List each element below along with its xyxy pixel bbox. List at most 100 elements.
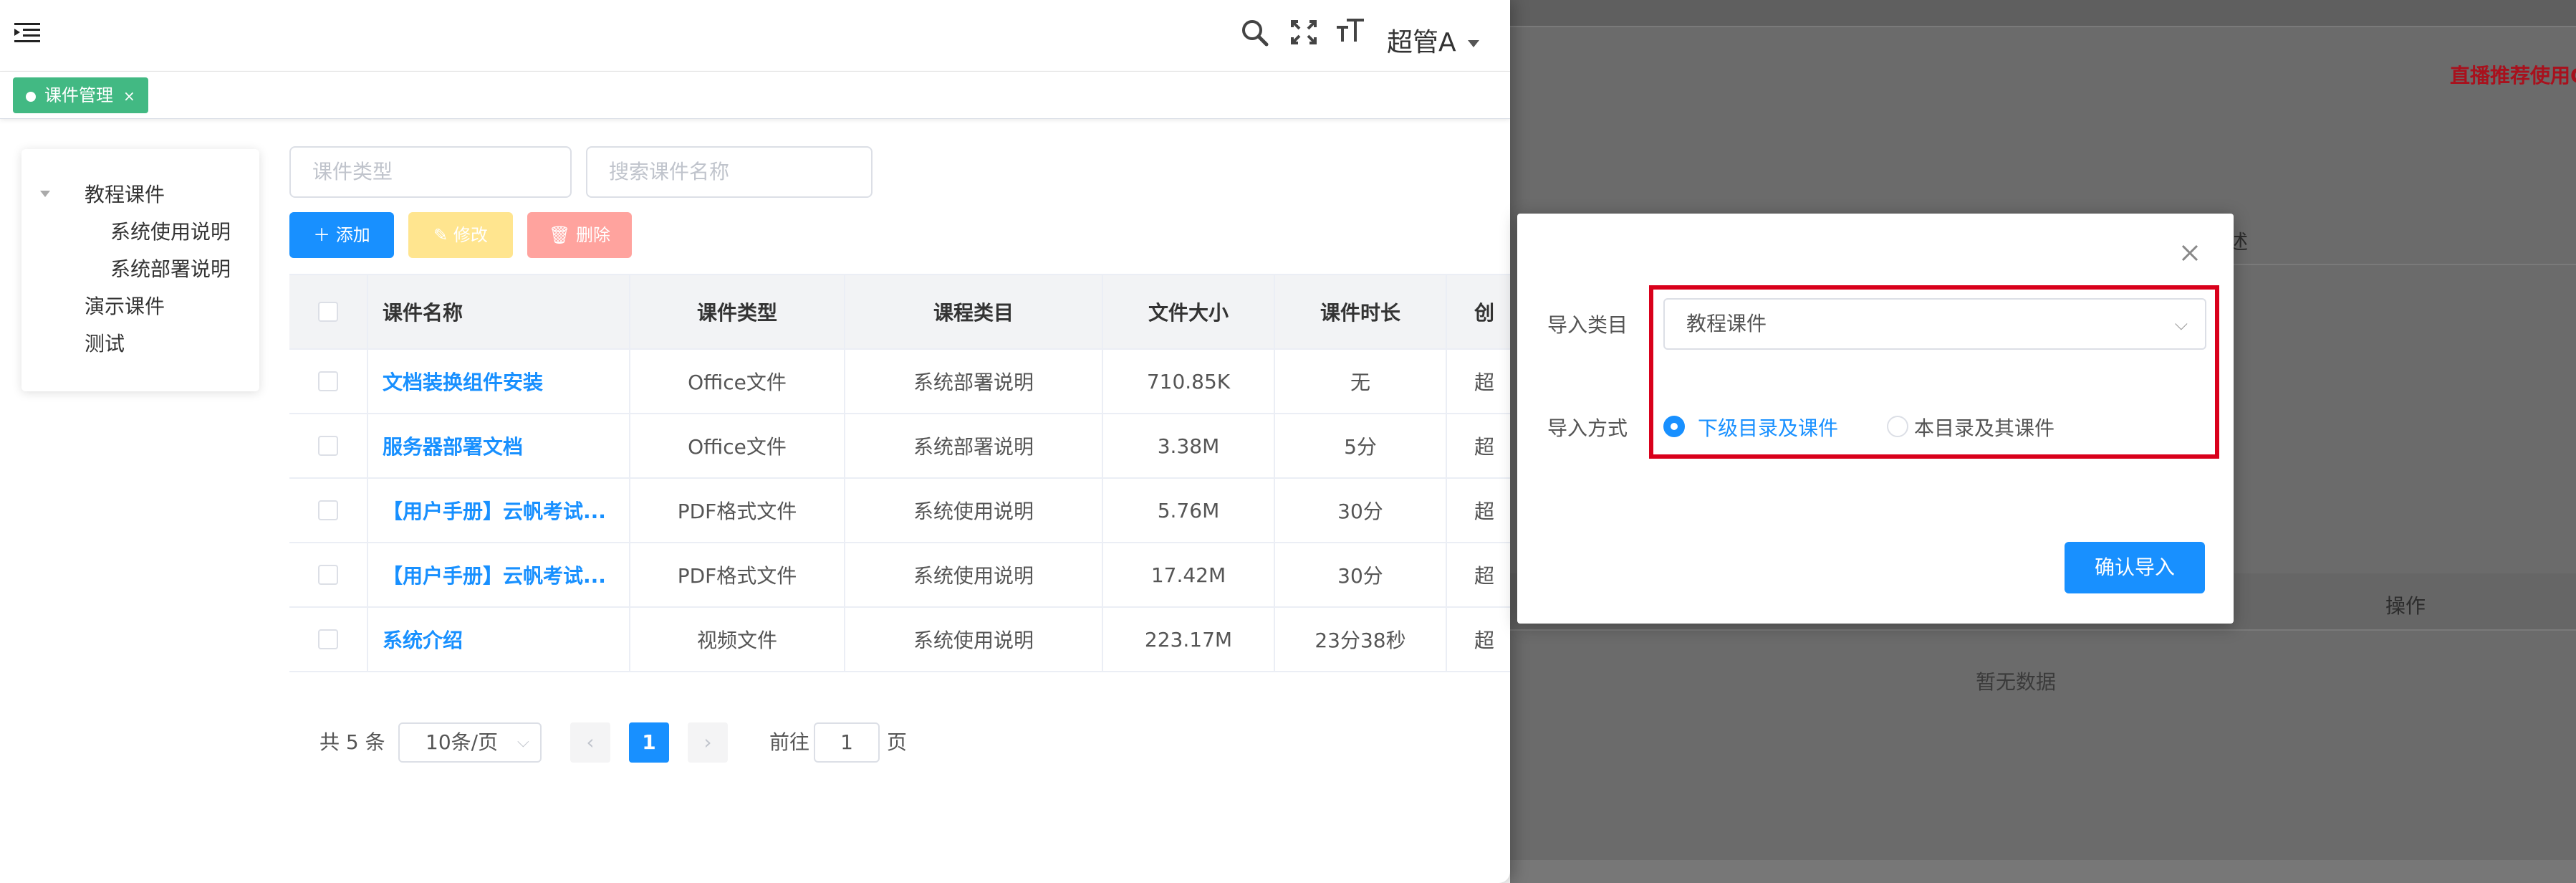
row-checkbox-cell — [289, 414, 368, 477]
courseware-type-select[interactable]: 课件类型 — [289, 146, 572, 198]
cell-type: Office文件 — [630, 414, 845, 477]
goto-page-input[interactable]: 1 — [814, 722, 880, 763]
col-type[interactable]: 课件类型 — [630, 275, 845, 348]
tree-node-system-deploy[interactable]: 系统部署说明 — [110, 254, 231, 282]
cell-size: 223.17M — [1103, 608, 1275, 671]
bg-footer — [1510, 860, 2576, 883]
bg-col-ops: 操作 — [2385, 594, 2426, 618]
cell-creator: 超 — [1474, 500, 1494, 523]
font-size-icon[interactable] — [1335, 16, 1367, 52]
cell-duration: 30分 — [1275, 543, 1447, 606]
col-name[interactable]: 课件名称 — [368, 275, 630, 348]
screen: 超管A 课件管理 × 教程课件 系统使用说明 系统部署说明 演示课件 测试 课件类… — [0, 0, 2576, 883]
bg-red-notice: 直播推荐使用C — [2450, 64, 2576, 87]
cell-size: 710.85K — [1103, 350, 1275, 413]
goto-suffix: 页 — [887, 730, 908, 754]
table-row[interactable]: 系统介绍 视频文件 系统使用说明 223.17M 23分38秒 超 — [289, 608, 1510, 672]
cell-category: 系统使用说明 — [845, 479, 1103, 542]
row-checkbox[interactable] — [318, 500, 338, 520]
cell-name[interactable]: 【用户手册】云帆考试... — [368, 479, 630, 542]
active-dot-icon — [26, 92, 36, 102]
tags-view-bar: 课件管理 × — [0, 72, 1510, 119]
cell-size: 17.42M — [1103, 543, 1275, 606]
menu-fold-icon[interactable] — [14, 22, 40, 43]
cell-name[interactable]: 文档装换组件安装 — [368, 350, 630, 413]
tree-node-system-usage[interactable]: 系统使用说明 — [110, 216, 231, 245]
tree-node-test[interactable]: 测试 — [85, 328, 125, 357]
col-duration[interactable]: 课件时长 — [1275, 275, 1447, 348]
row-checkbox[interactable] — [318, 436, 338, 456]
tab-label: 课件管理 — [44, 85, 113, 105]
cell-duration: 30分 — [1275, 479, 1447, 542]
edit-button[interactable]: ✎ 修改 — [408, 212, 513, 258]
col-creator[interactable]: 创 — [1447, 275, 1510, 348]
cell-creator: 超 — [1474, 629, 1494, 652]
row-checkbox-cell — [289, 479, 368, 542]
tab-courseware-management[interactable]: 课件管理 × — [13, 77, 148, 113]
expand-arrow-icon[interactable] — [40, 191, 50, 197]
tree-node-tutorial[interactable]: 教程课件 — [85, 179, 165, 208]
cell-category: 系统使用说明 — [845, 608, 1103, 671]
edit-icon: ✎ — [433, 225, 453, 245]
cell-type: 视频文件 — [630, 608, 845, 671]
add-button[interactable]: ＋ 添加 — [289, 212, 394, 258]
radio-current-directory-label[interactable]: 本目录及其课件 — [1914, 413, 2054, 442]
close-icon[interactable]: × — [123, 87, 135, 105]
cell-type: PDF格式文件 — [630, 543, 845, 606]
bg-empty-text: 暂无数据 — [1976, 670, 2057, 694]
fullscreen-icon[interactable] — [1288, 16, 1320, 52]
chevron-down-icon: ⌵ — [517, 733, 529, 751]
radio-current-directory[interactable] — [1887, 416, 1908, 437]
table-row[interactable]: 文档装换组件安装 Office文件 系统部署说明 710.85K 无 超 — [289, 350, 1510, 414]
page-1-button[interactable]: 1 — [629, 722, 669, 763]
close-icon[interactable] — [2179, 242, 2201, 264]
import-category-value: 教程课件 — [1686, 312, 1767, 335]
row-checkbox[interactable] — [318, 371, 338, 391]
bg-divider — [1510, 26, 2576, 27]
cell-duration: 23分38秒 — [1275, 608, 1447, 671]
cell-creator: 超 — [1474, 435, 1494, 459]
cell-size: 5.76M — [1103, 479, 1275, 542]
radio-sub-directory[interactable] — [1663, 416, 1685, 437]
cell-size: 3.38M — [1103, 414, 1275, 477]
plus-icon: ＋ — [313, 225, 336, 245]
cell-name[interactable]: 系统介绍 — [368, 608, 630, 671]
delete-button[interactable]: 🗑 删除 — [527, 212, 632, 258]
row-checkbox-cell — [289, 608, 368, 671]
next-page-button[interactable]: › — [688, 722, 728, 763]
table-row[interactable]: 【用户手册】云帆考试... PDF格式文件 系统使用说明 17.42M 30分 超 — [289, 543, 1510, 608]
import-dialog: 导入类目 教程课件 ⌵ 导入方式 下级目录及课件 本目录及其课件 确认导入 — [1517, 214, 2234, 624]
cell-name[interactable]: 【用户手册】云帆考试... — [368, 543, 630, 606]
col-category[interactable]: 课程类目 — [845, 275, 1103, 348]
goto-prefix: 前往 — [769, 730, 810, 754]
cell-creator: 超 — [1474, 564, 1494, 588]
tree-node-demo[interactable]: 演示课件 — [85, 291, 165, 320]
pagination-total: 共 5 条 — [319, 730, 385, 754]
table-header: 课件名称 课件类型 课程类目 文件大小 课件时长 创 — [289, 275, 1510, 350]
cell-type: Office文件 — [630, 350, 845, 413]
cell-name[interactable]: 服务器部署文档 — [368, 414, 630, 477]
search-icon[interactable] — [1239, 16, 1271, 52]
prev-page-button[interactable]: ‹ — [570, 722, 610, 763]
cell-creator: 超 — [1474, 371, 1494, 394]
row-checkbox[interactable] — [318, 629, 338, 649]
cell-type: PDF格式文件 — [630, 479, 845, 542]
select-all-checkbox[interactable] — [318, 302, 338, 322]
row-checkbox[interactable] — [318, 565, 338, 585]
cell-duration: 5分 — [1275, 414, 1447, 477]
search-input[interactable]: 搜索课件名称 — [586, 146, 873, 198]
table-row[interactable]: 服务器部署文档 Office文件 系统部署说明 3.38M 5分 超 — [289, 414, 1510, 479]
import-method-label: 导入方式 — [1547, 416, 1628, 440]
import-category-select[interactable]: 教程课件 ⌵ — [1663, 298, 2206, 350]
user-menu[interactable]: 超管A — [1387, 22, 1479, 59]
table-row[interactable]: 【用户手册】云帆考试... PDF格式文件 系统使用说明 5.76M 30分 超 — [289, 479, 1510, 543]
row-checkbox-cell — [289, 543, 368, 606]
row-checkbox-cell — [289, 350, 368, 413]
cell-category: 系统使用说明 — [845, 543, 1103, 606]
chevron-down-icon: ⌵ — [2174, 314, 2188, 334]
col-size[interactable]: 文件大小 — [1103, 275, 1275, 348]
radio-sub-directory-label[interactable]: 下级目录及课件 — [1698, 413, 1838, 442]
confirm-import-button[interactable]: 确认导入 — [2065, 542, 2205, 593]
page-size-value: 10条/页 — [426, 730, 499, 754]
courseware-table: 课件名称 课件类型 课程类目 文件大小 课件时长 创 文档装换组件安装 Offic… — [289, 274, 1510, 672]
